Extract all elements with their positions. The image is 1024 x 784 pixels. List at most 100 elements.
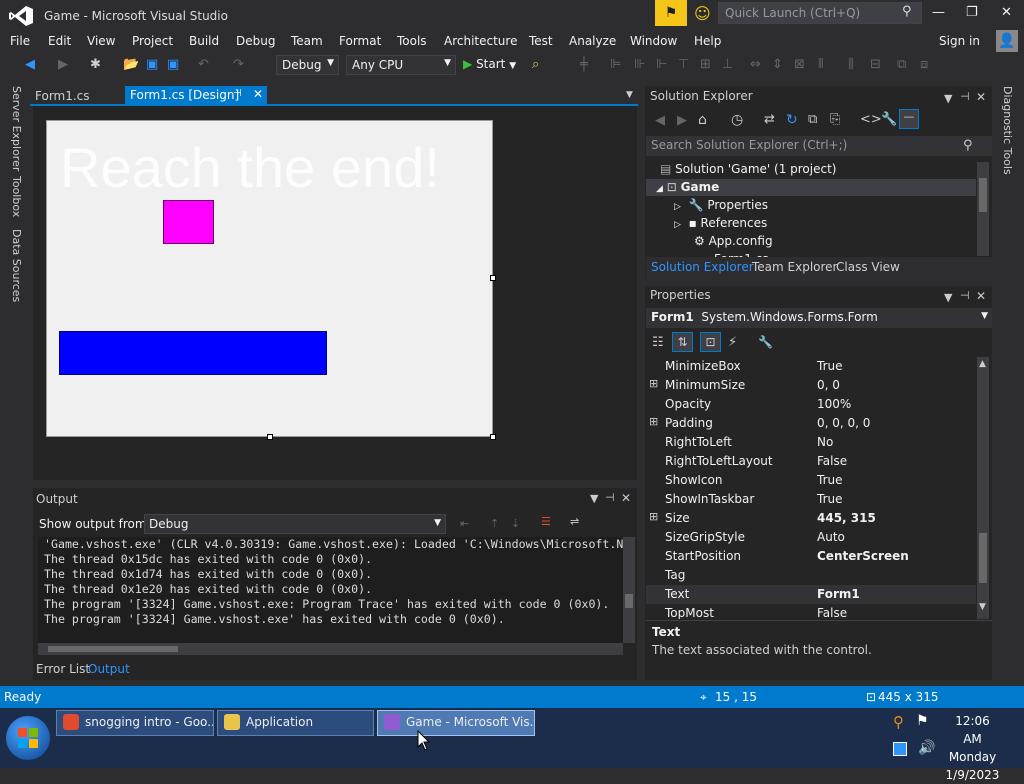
properties-object-selector[interactable]: Form1 System.Windows.Forms.Form ▼ xyxy=(646,308,992,328)
property-value[interactable]: 100% xyxy=(817,397,851,411)
properties-scroll-thumb[interactable] xyxy=(979,533,987,583)
tree-item-references[interactable]: ▷ ▪ References xyxy=(674,216,767,230)
taskbar-item-visual-studio[interactable]: Game - Microsoft Vis... xyxy=(377,710,535,736)
align-grid-icon[interactable]: ╪ xyxy=(580,57,588,72)
property-value[interactable]: True xyxy=(817,359,843,373)
search-icon[interactable]: ⚲ xyxy=(963,138,973,153)
alphabetical-icon[interactable]: ⇅ xyxy=(672,332,693,352)
menu-test[interactable]: Test xyxy=(529,34,553,48)
property-row[interactable]: TopMost False xyxy=(646,604,976,619)
data-sources-tab[interactable]: Data Sources xyxy=(10,229,23,302)
quick-launch-input[interactable]: Quick Launch (Ctrl+Q) xyxy=(718,2,922,24)
scroll-down-icon[interactable]: ▼ xyxy=(979,602,986,612)
align-bottom-icon[interactable]: ⊥ xyxy=(722,57,733,72)
panel-menu-icon[interactable]: ▼ xyxy=(944,92,952,105)
start-button[interactable]: ▶ Start ▼ xyxy=(463,57,516,71)
restore-button[interactable]: ❐ xyxy=(966,5,978,20)
undo-icon[interactable]: ↶ xyxy=(198,57,209,72)
make-same-width-icon[interactable]: ⇔ xyxy=(750,57,761,72)
menu-analyze[interactable]: Analyze xyxy=(569,34,616,48)
property-value[interactable]: 0, 0, 0, 0 xyxy=(817,416,870,430)
resize-handle-corner[interactable] xyxy=(490,434,496,440)
tree-item-project-game[interactable]: ◢ ⊡ Game xyxy=(656,180,719,194)
align-right-icon[interactable]: ⊩ xyxy=(656,57,667,72)
menu-window[interactable]: Window xyxy=(630,34,677,48)
menu-debug[interactable]: Debug xyxy=(236,34,275,48)
property-row[interactable]: ⊞ MinimumSize 0, 0 xyxy=(646,376,976,395)
sign-in-link[interactable]: Sign in xyxy=(939,34,980,48)
tab-solution-explorer[interactable]: Solution Explorer xyxy=(651,260,754,274)
property-value[interactable]: True xyxy=(817,473,843,487)
panel-menu-icon[interactable]: ▼ xyxy=(590,492,598,505)
property-pages-wrench-icon[interactable]: 🔧 xyxy=(758,335,773,349)
tab-team-explorer[interactable]: Team Explorer xyxy=(752,260,838,274)
align-middle-icon[interactable]: ⊞ xyxy=(700,57,711,72)
close-icon[interactable]: ✕ xyxy=(976,90,986,104)
tree-item-properties[interactable]: ▷ 🔧 Properties xyxy=(674,198,768,212)
forward-icon[interactable]: ▶ xyxy=(58,57,68,72)
taskbar-item-chrome[interactable]: snogging intro - Goo... xyxy=(56,710,214,736)
expand-plus-icon[interactable]: ⊞ xyxy=(649,415,658,428)
platform-dropdown[interactable]: Any CPU ▼ xyxy=(346,55,456,75)
output-source-dropdown[interactable]: Debug ▼ xyxy=(144,514,446,534)
diagnostic-tools-tab[interactable]: Diagnostic Tools xyxy=(1001,86,1014,175)
property-value[interactable]: No xyxy=(817,435,833,449)
property-row[interactable]: RightToLeft No xyxy=(646,433,976,452)
smiley-feedback-icon[interactable]: ☺ xyxy=(694,4,711,23)
goto-next-icon[interactable]: ⇡ xyxy=(490,517,499,530)
tree-item-solution[interactable]: ▤ Solution 'Game' (1 project) xyxy=(660,162,836,176)
taskbar-item-application[interactable]: Application xyxy=(217,710,374,736)
tab-output[interactable]: Output xyxy=(88,662,130,676)
menu-help[interactable]: Help xyxy=(694,34,721,48)
menu-project[interactable]: Project xyxy=(132,34,173,48)
categorized-icon[interactable]: ☷ xyxy=(652,335,664,350)
resize-handle-bottom[interactable] xyxy=(267,434,273,440)
center-horizontally-icon[interactable]: ⊟ xyxy=(870,57,881,72)
menu-tools[interactable]: Tools xyxy=(397,34,427,48)
property-row[interactable]: Tag xyxy=(646,566,976,585)
menu-edit[interactable]: Edit xyxy=(48,34,71,48)
output-text[interactable]: 'Game.vshost.exe' (CLR v4.0.30319: Game.… xyxy=(38,537,624,643)
start-menu-button[interactable] xyxy=(6,716,50,760)
property-value[interactable]: False xyxy=(817,606,847,619)
goto-last-icon[interactable]: ⇣ xyxy=(511,517,520,530)
properties-view-icon[interactable]: ⊡ xyxy=(700,332,721,352)
save-all-icon[interactable]: ▣ xyxy=(167,57,179,72)
property-row[interactable]: ⊞ Size 445, 315 xyxy=(646,509,976,528)
property-row[interactable]: SizeGripStyle Auto xyxy=(646,528,976,547)
volume-tray-icon[interactable]: 🔊 xyxy=(918,740,935,756)
output-vertical-scrollbar[interactable] xyxy=(623,537,635,643)
config-dropdown[interactable]: Debug ▼ xyxy=(276,55,339,75)
property-row[interactable]: Opacity 100% xyxy=(646,395,976,414)
tab-overflow-chevron-icon[interactable]: ▼ xyxy=(626,90,633,100)
system-clock[interactable]: 12:06 AM Monday 1/9/2023 xyxy=(945,712,1000,784)
bring-to-front-icon[interactable]: ⧉ xyxy=(897,57,906,72)
search-tray-icon[interactable]: ⚲ xyxy=(893,713,904,731)
align-center-icon[interactable]: ⊪ xyxy=(634,57,645,72)
menu-team[interactable]: Team xyxy=(291,34,323,48)
properties-wrench-icon[interactable]: 🔧 xyxy=(881,112,897,127)
output-vscroll-thumb[interactable] xyxy=(625,594,633,608)
solution-scroll-thumb[interactable] xyxy=(979,178,987,212)
menu-build[interactable]: Build xyxy=(189,34,219,48)
close-icon[interactable]: ✕ xyxy=(976,289,986,303)
form-title-label[interactable]: Reach the end! xyxy=(60,135,440,200)
collapse-all-icon[interactable]: ⧉ xyxy=(808,112,817,127)
refresh-icon[interactable]: ↻ xyxy=(786,112,798,128)
property-row[interactable]: MinimizeBox True xyxy=(646,357,976,376)
feedback-flag-icon[interactable]: ⚑ xyxy=(655,0,687,26)
send-to-back-icon[interactable]: ⧈ xyxy=(920,57,928,72)
output-hscroll-thumb[interactable] xyxy=(48,646,178,652)
horizontal-spacing-icon[interactable]: ⫴ xyxy=(818,57,823,72)
new-project-icon[interactable]: ✱ xyxy=(90,57,101,72)
sync-icon[interactable]: ⇄ xyxy=(764,112,775,127)
property-value[interactable]: CenterScreen xyxy=(817,549,909,563)
tab-form1-design[interactable]: Form1.cs [Design] ⊣ ✕ xyxy=(125,86,267,105)
events-lightning-icon[interactable]: ⚡ xyxy=(728,335,737,350)
action-center-flag-icon[interactable]: ⚑ xyxy=(916,713,929,729)
close-button[interactable]: ✕ xyxy=(1001,5,1012,20)
tree-item-app-config[interactable]: ⚙ App.config xyxy=(694,234,773,248)
property-value[interactable]: True xyxy=(817,492,843,506)
align-left-icon[interactable]: ⊫ xyxy=(610,57,621,72)
back-icon[interactable]: ◀ xyxy=(655,113,665,128)
